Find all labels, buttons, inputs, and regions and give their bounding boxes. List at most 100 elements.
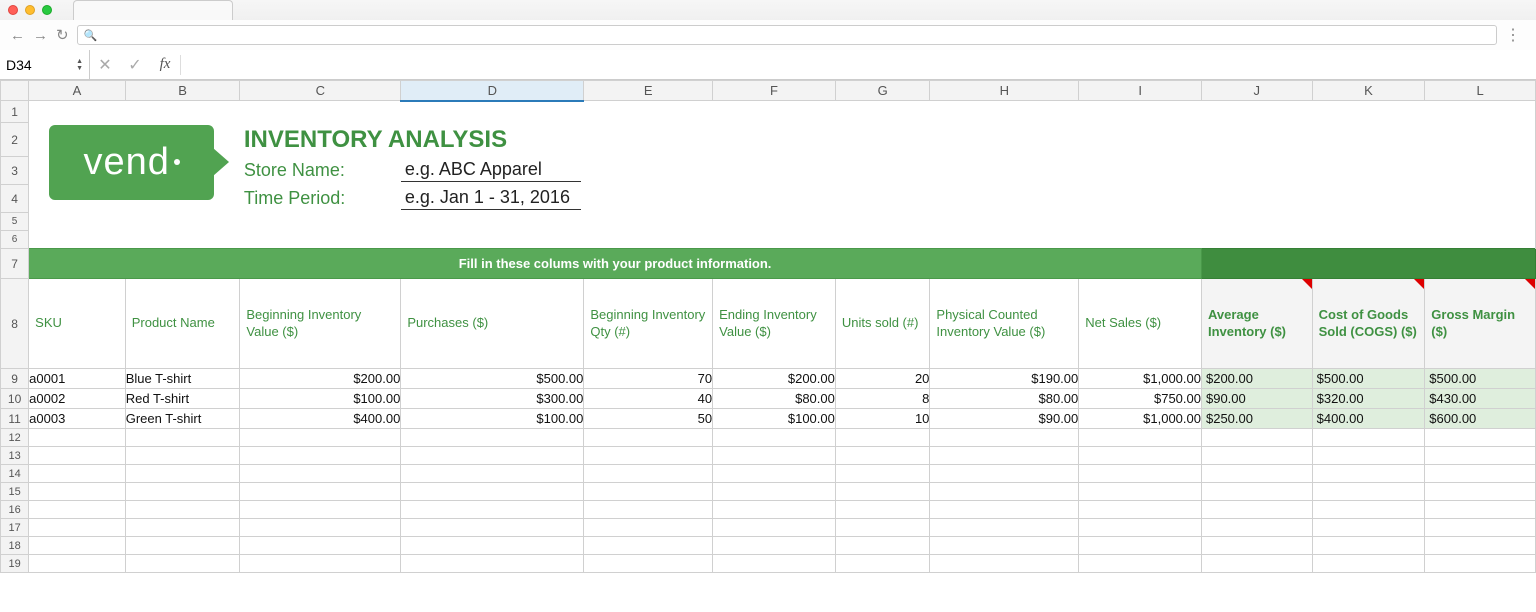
cell[interactable] [125, 537, 240, 555]
cell[interactable] [125, 555, 240, 573]
cell[interactable] [584, 501, 713, 519]
cell[interactable] [401, 537, 584, 555]
cell[interactable] [240, 447, 401, 465]
cell[interactable] [1425, 555, 1536, 573]
cell-cogs[interactable]: $320.00 [1312, 389, 1425, 409]
row-header-4[interactable]: 4 [1, 185, 29, 213]
cell[interactable] [1201, 537, 1312, 555]
cell[interactable] [1312, 519, 1425, 537]
col-header-J[interactable]: J [1201, 81, 1312, 101]
cell[interactable] [930, 519, 1079, 537]
select-all-corner[interactable] [1, 81, 29, 101]
cell[interactable] [713, 185, 1536, 213]
cell-units-sold[interactable]: 10 [835, 409, 930, 429]
cell[interactable] [1201, 447, 1312, 465]
cell[interactable] [401, 447, 584, 465]
cell[interactable] [240, 429, 401, 447]
cell[interactable] [1201, 483, 1312, 501]
cell[interactable] [1425, 429, 1536, 447]
cell[interactable] [584, 537, 713, 555]
col-header-L[interactable]: L [1425, 81, 1536, 101]
cell-phys[interactable]: $80.00 [930, 389, 1079, 409]
cell[interactable] [584, 519, 713, 537]
cell[interactable] [29, 429, 126, 447]
cell-name[interactable]: Green T-shirt [125, 409, 240, 429]
back-icon[interactable]: ← [10, 27, 25, 44]
cell[interactable] [713, 465, 836, 483]
cell-gross[interactable]: $500.00 [1425, 369, 1536, 389]
col-header-C[interactable]: C [240, 81, 401, 101]
cell-end-val[interactable]: $200.00 [713, 369, 836, 389]
cell[interactable]: e.g. ABC Apparel [401, 157, 713, 185]
row-header-19[interactable]: 19 [1, 555, 29, 573]
col-header-A[interactable]: A [29, 81, 126, 101]
row-header-3[interactable]: 3 [1, 157, 29, 185]
cell[interactable] [835, 465, 930, 483]
cell[interactable] [29, 483, 126, 501]
cell[interactable]: e.g. Jan 1 - 31, 2016 [401, 185, 713, 213]
cell[interactable] [584, 429, 713, 447]
cell[interactable] [835, 537, 930, 555]
row-header-6[interactable]: 6 [1, 231, 29, 249]
cell[interactable] [1079, 465, 1202, 483]
cell[interactable] [29, 465, 126, 483]
col-header-B[interactable]: B [125, 81, 240, 101]
cell-purchases[interactable]: $300.00 [401, 389, 584, 409]
cell[interactable] [401, 429, 584, 447]
cell-name[interactable]: Red T-shirt [125, 389, 240, 409]
cell[interactable] [401, 465, 584, 483]
cell[interactable] [1425, 465, 1536, 483]
time-period-value[interactable]: e.g. Jan 1 - 31, 2016 [401, 187, 581, 210]
row-header-15[interactable]: 15 [1, 483, 29, 501]
cell[interactable] [1201, 555, 1312, 573]
cell[interactable] [1312, 447, 1425, 465]
formula-accept-button[interactable]: ✓ [120, 55, 150, 75]
cell-purchases[interactable]: $500.00 [401, 369, 584, 389]
col-header-E[interactable]: E [584, 81, 713, 101]
col-header-D[interactable]: D [401, 81, 584, 101]
cell-avg-inv[interactable]: $200.00 [1201, 369, 1312, 389]
cell-begin-qty[interactable]: 70 [584, 369, 713, 389]
cell-units-sold[interactable]: 20 [835, 369, 930, 389]
cell[interactable] [1312, 555, 1425, 573]
cell[interactable] [1079, 519, 1202, 537]
cell-phys[interactable]: $90.00 [930, 409, 1079, 429]
cell[interactable] [401, 519, 584, 537]
col-header-H[interactable]: H [930, 81, 1079, 101]
row-header-13[interactable]: 13 [1, 447, 29, 465]
cell[interactable] [240, 483, 401, 501]
row-header-16[interactable]: 16 [1, 501, 29, 519]
col-header-G[interactable]: G [835, 81, 930, 101]
window-close-button[interactable] [8, 5, 18, 15]
cell[interactable] [1425, 483, 1536, 501]
cell[interactable] [713, 447, 836, 465]
cell[interactable] [125, 447, 240, 465]
cell[interactable] [29, 501, 126, 519]
row-header-14[interactable]: 14 [1, 465, 29, 483]
cell-gross[interactable]: $430.00 [1425, 389, 1536, 409]
cell-sku[interactable]: a0002 [29, 389, 126, 409]
cell[interactable] [1312, 465, 1425, 483]
cell[interactable] [1425, 537, 1536, 555]
cell[interactable] [29, 447, 126, 465]
cell-begin-val[interactable]: $100.00 [240, 389, 401, 409]
cell[interactable] [584, 483, 713, 501]
cell[interactable] [713, 483, 836, 501]
cell[interactable] [125, 483, 240, 501]
cell[interactable] [1201, 501, 1312, 519]
col-header-I[interactable]: I [1079, 81, 1202, 101]
cell-gross[interactable]: $600.00 [1425, 409, 1536, 429]
row-header-1[interactable]: 1 [1, 101, 29, 123]
cell[interactable] [930, 447, 1079, 465]
row-header-9[interactable]: 9 [1, 369, 29, 389]
cell[interactable] [1201, 519, 1312, 537]
cell[interactable] [713, 123, 1536, 157]
cell[interactable] [401, 501, 584, 519]
cell[interactable] [584, 447, 713, 465]
cell[interactable] [1201, 465, 1312, 483]
cell[interactable] [1312, 537, 1425, 555]
cell[interactable] [713, 429, 836, 447]
cell[interactable] [713, 519, 836, 537]
cell[interactable] [125, 501, 240, 519]
cell[interactable] [835, 447, 930, 465]
